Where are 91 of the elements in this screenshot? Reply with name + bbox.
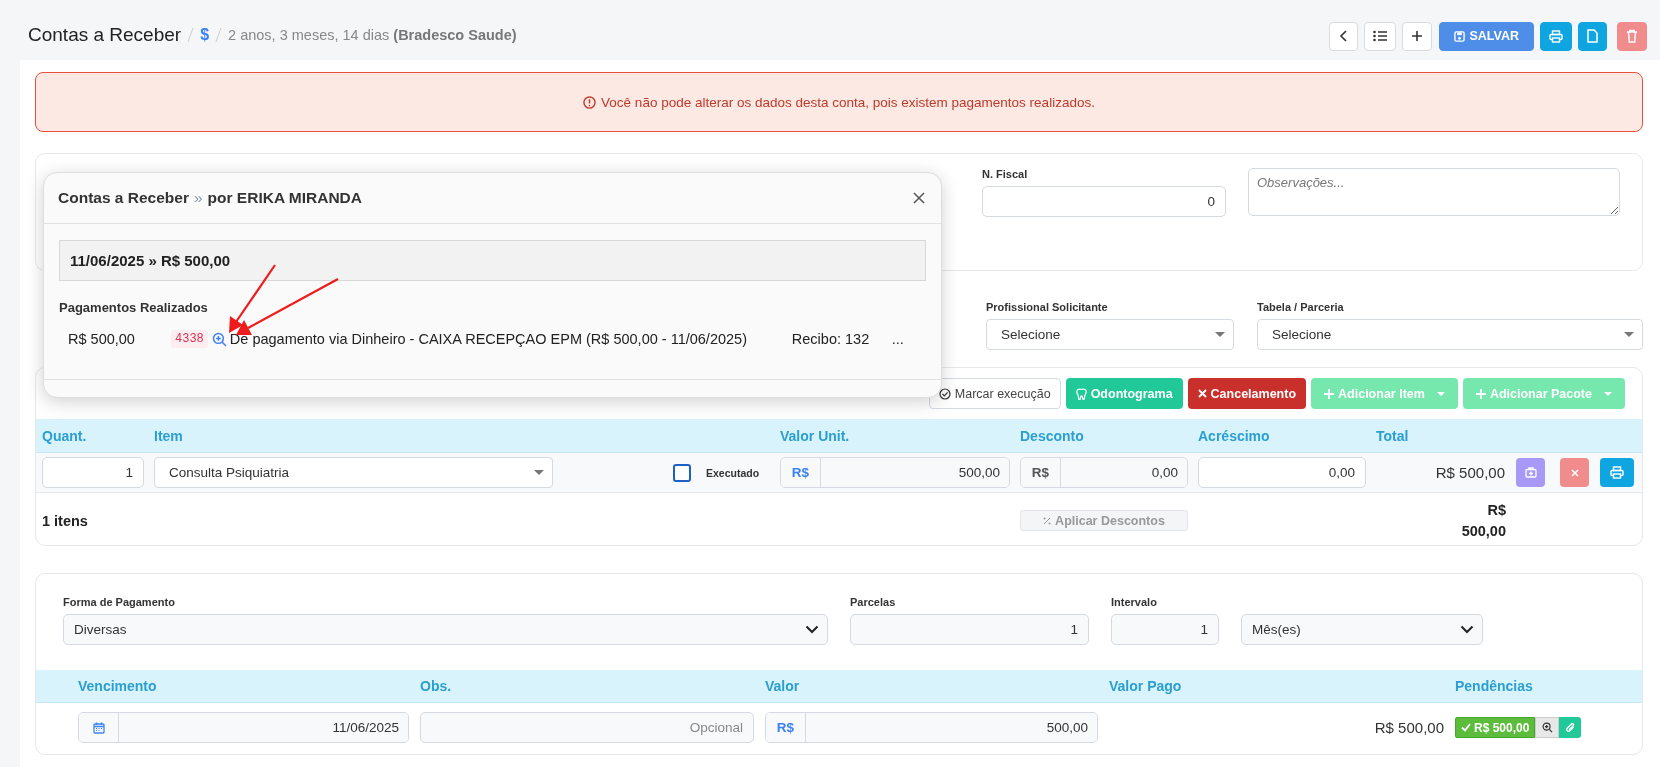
grand-total: R$ 500,00 bbox=[1460, 500, 1506, 541]
print-button[interactable] bbox=[1540, 21, 1572, 51]
paperclip-icon bbox=[1564, 721, 1576, 734]
chevron-down-icon bbox=[805, 625, 819, 634]
document-button[interactable] bbox=[1578, 21, 1607, 51]
column-header: Valor bbox=[765, 678, 801, 694]
separator: » bbox=[193, 189, 203, 207]
plus-icon bbox=[1411, 30, 1424, 42]
percent-icon bbox=[1043, 516, 1052, 525]
field-label: N. Fiscal bbox=[982, 168, 1029, 181]
field-label: Parcelas bbox=[850, 596, 897, 609]
notes-field[interactable]: Observações... bbox=[1248, 168, 1620, 216]
add-button[interactable] bbox=[1402, 21, 1433, 51]
zoom-in-icon bbox=[1541, 722, 1553, 733]
document-icon bbox=[1587, 29, 1598, 43]
value-field[interactable]: R$ 500,00 bbox=[765, 712, 1098, 743]
plus-icon bbox=[1475, 388, 1486, 399]
items-count: 1 itens bbox=[42, 512, 89, 529]
field-label: Tabela / Parceria bbox=[1257, 301, 1345, 314]
check-icon bbox=[1461, 723, 1471, 732]
discount-field[interactable]: R$ 0,00 bbox=[1020, 457, 1188, 488]
payment-method-select[interactable]: Diversas bbox=[63, 614, 828, 645]
select-field[interactable]: Selecione bbox=[986, 319, 1234, 350]
close-icon bbox=[1197, 389, 1207, 398]
chevron-down-icon bbox=[1460, 625, 1474, 634]
print-button[interactable] bbox=[1600, 458, 1634, 487]
surcharge-field[interactable]: 0,00 bbox=[1198, 457, 1366, 488]
medical-kit-icon bbox=[1524, 467, 1537, 478]
column-header: Valor Pago bbox=[1109, 678, 1183, 694]
action-button[interactable]: Cancelamento bbox=[1187, 378, 1307, 409]
printer-icon bbox=[1610, 466, 1624, 479]
delete-button[interactable] bbox=[1617, 21, 1647, 51]
dialog-title: Contas a Receber bbox=[58, 189, 189, 207]
list-button[interactable] bbox=[1364, 21, 1397, 51]
paid-badge: R$ 500,00 bbox=[1455, 717, 1536, 738]
checkbox-label: Executado bbox=[706, 466, 760, 479]
trash-icon bbox=[1626, 29, 1638, 43]
n-fiscal-field[interactable]: 0 bbox=[982, 186, 1226, 217]
close-button[interactable] bbox=[911, 190, 927, 206]
action-button[interactable]: Marcar execução bbox=[928, 378, 1061, 409]
column-header: Total bbox=[1376, 427, 1410, 444]
plus-icon bbox=[1324, 388, 1335, 399]
zoom-icon[interactable] bbox=[211, 331, 227, 347]
tooth-icon bbox=[1075, 387, 1087, 400]
quantity-field[interactable]: 1 bbox=[42, 457, 144, 488]
due-date-field[interactable]: 11/06/2025 bbox=[78, 712, 409, 743]
calendar-icon bbox=[92, 721, 105, 734]
payment-code: 4338 bbox=[171, 330, 208, 348]
close-icon bbox=[1570, 468, 1579, 477]
unit-value-field[interactable]: R$ 500,00 bbox=[780, 457, 1010, 488]
chevron-left-icon bbox=[1338, 30, 1349, 42]
check-circle-icon bbox=[938, 387, 951, 400]
page-subtitle: 2 anos, 3 meses, 14 dias (Bradesco Saude) bbox=[228, 27, 517, 43]
payment-description: De pagamento via Dinheiro - CAIXA RECEPÇAO EPM (R$ 500,00 - 11/06/2025) bbox=[229, 331, 748, 347]
column-header: Item bbox=[154, 427, 184, 444]
dialog-subtitle: por ERIKA MIRANDA bbox=[207, 189, 362, 207]
alert-message: Você não pode alterar os dados desta conta, pois existem pagamentos realizados. bbox=[601, 94, 1095, 110]
column-header: Vencimento bbox=[78, 678, 158, 694]
remove-button[interactable] bbox=[1560, 458, 1589, 487]
currency-symbol: $ bbox=[200, 26, 210, 44]
installments-field[interactable]: 1 bbox=[850, 614, 1089, 645]
page-title: Contas a Receber bbox=[28, 24, 182, 46]
back-button[interactable] bbox=[1329, 21, 1359, 51]
warning-icon bbox=[583, 95, 597, 109]
zoom-button[interactable] bbox=[1535, 717, 1560, 738]
column-header: Valor Unit. bbox=[780, 427, 851, 444]
close-icon bbox=[913, 192, 925, 204]
row-total: R$ 500,00 bbox=[1434, 464, 1505, 481]
section-title: Pagamentos Realizados bbox=[59, 300, 209, 315]
field-label: Forma de Pagamento bbox=[63, 596, 176, 609]
select-field[interactable]: Selecione bbox=[1257, 319, 1643, 350]
column-header: Desconto bbox=[1020, 427, 1085, 444]
list-icon bbox=[1373, 30, 1388, 42]
executed-checkbox[interactable] bbox=[673, 463, 691, 482]
payment-amount: R$ 500,00 bbox=[68, 331, 136, 347]
field-label: Intervalo bbox=[1111, 596, 1158, 609]
medical-kit-button[interactable] bbox=[1516, 458, 1545, 487]
printer-icon bbox=[1549, 29, 1563, 43]
receipt-number: Recibo: 132 bbox=[791, 331, 871, 347]
column-header: Obs. bbox=[420, 678, 453, 694]
interval-field[interactable]: 1 bbox=[1111, 614, 1219, 645]
column-header: Quant. bbox=[42, 427, 88, 444]
column-header: Acréscimo bbox=[1198, 427, 1271, 444]
column-header: Pendências bbox=[1455, 678, 1534, 694]
more-button[interactable]: ... bbox=[891, 331, 904, 347]
item-select[interactable]: Consulta Psiquiatria bbox=[154, 457, 553, 488]
field-label: Profissional Solicitante bbox=[986, 301, 1109, 314]
obs-field[interactable]: Opcional bbox=[420, 712, 754, 743]
installment-summary: 11/06/2025 » R$ 500,00 bbox=[59, 240, 926, 281]
paid-value: R$ 500,00 bbox=[1373, 719, 1444, 736]
interval-unit-select[interactable]: Mês(es) bbox=[1241, 614, 1483, 645]
